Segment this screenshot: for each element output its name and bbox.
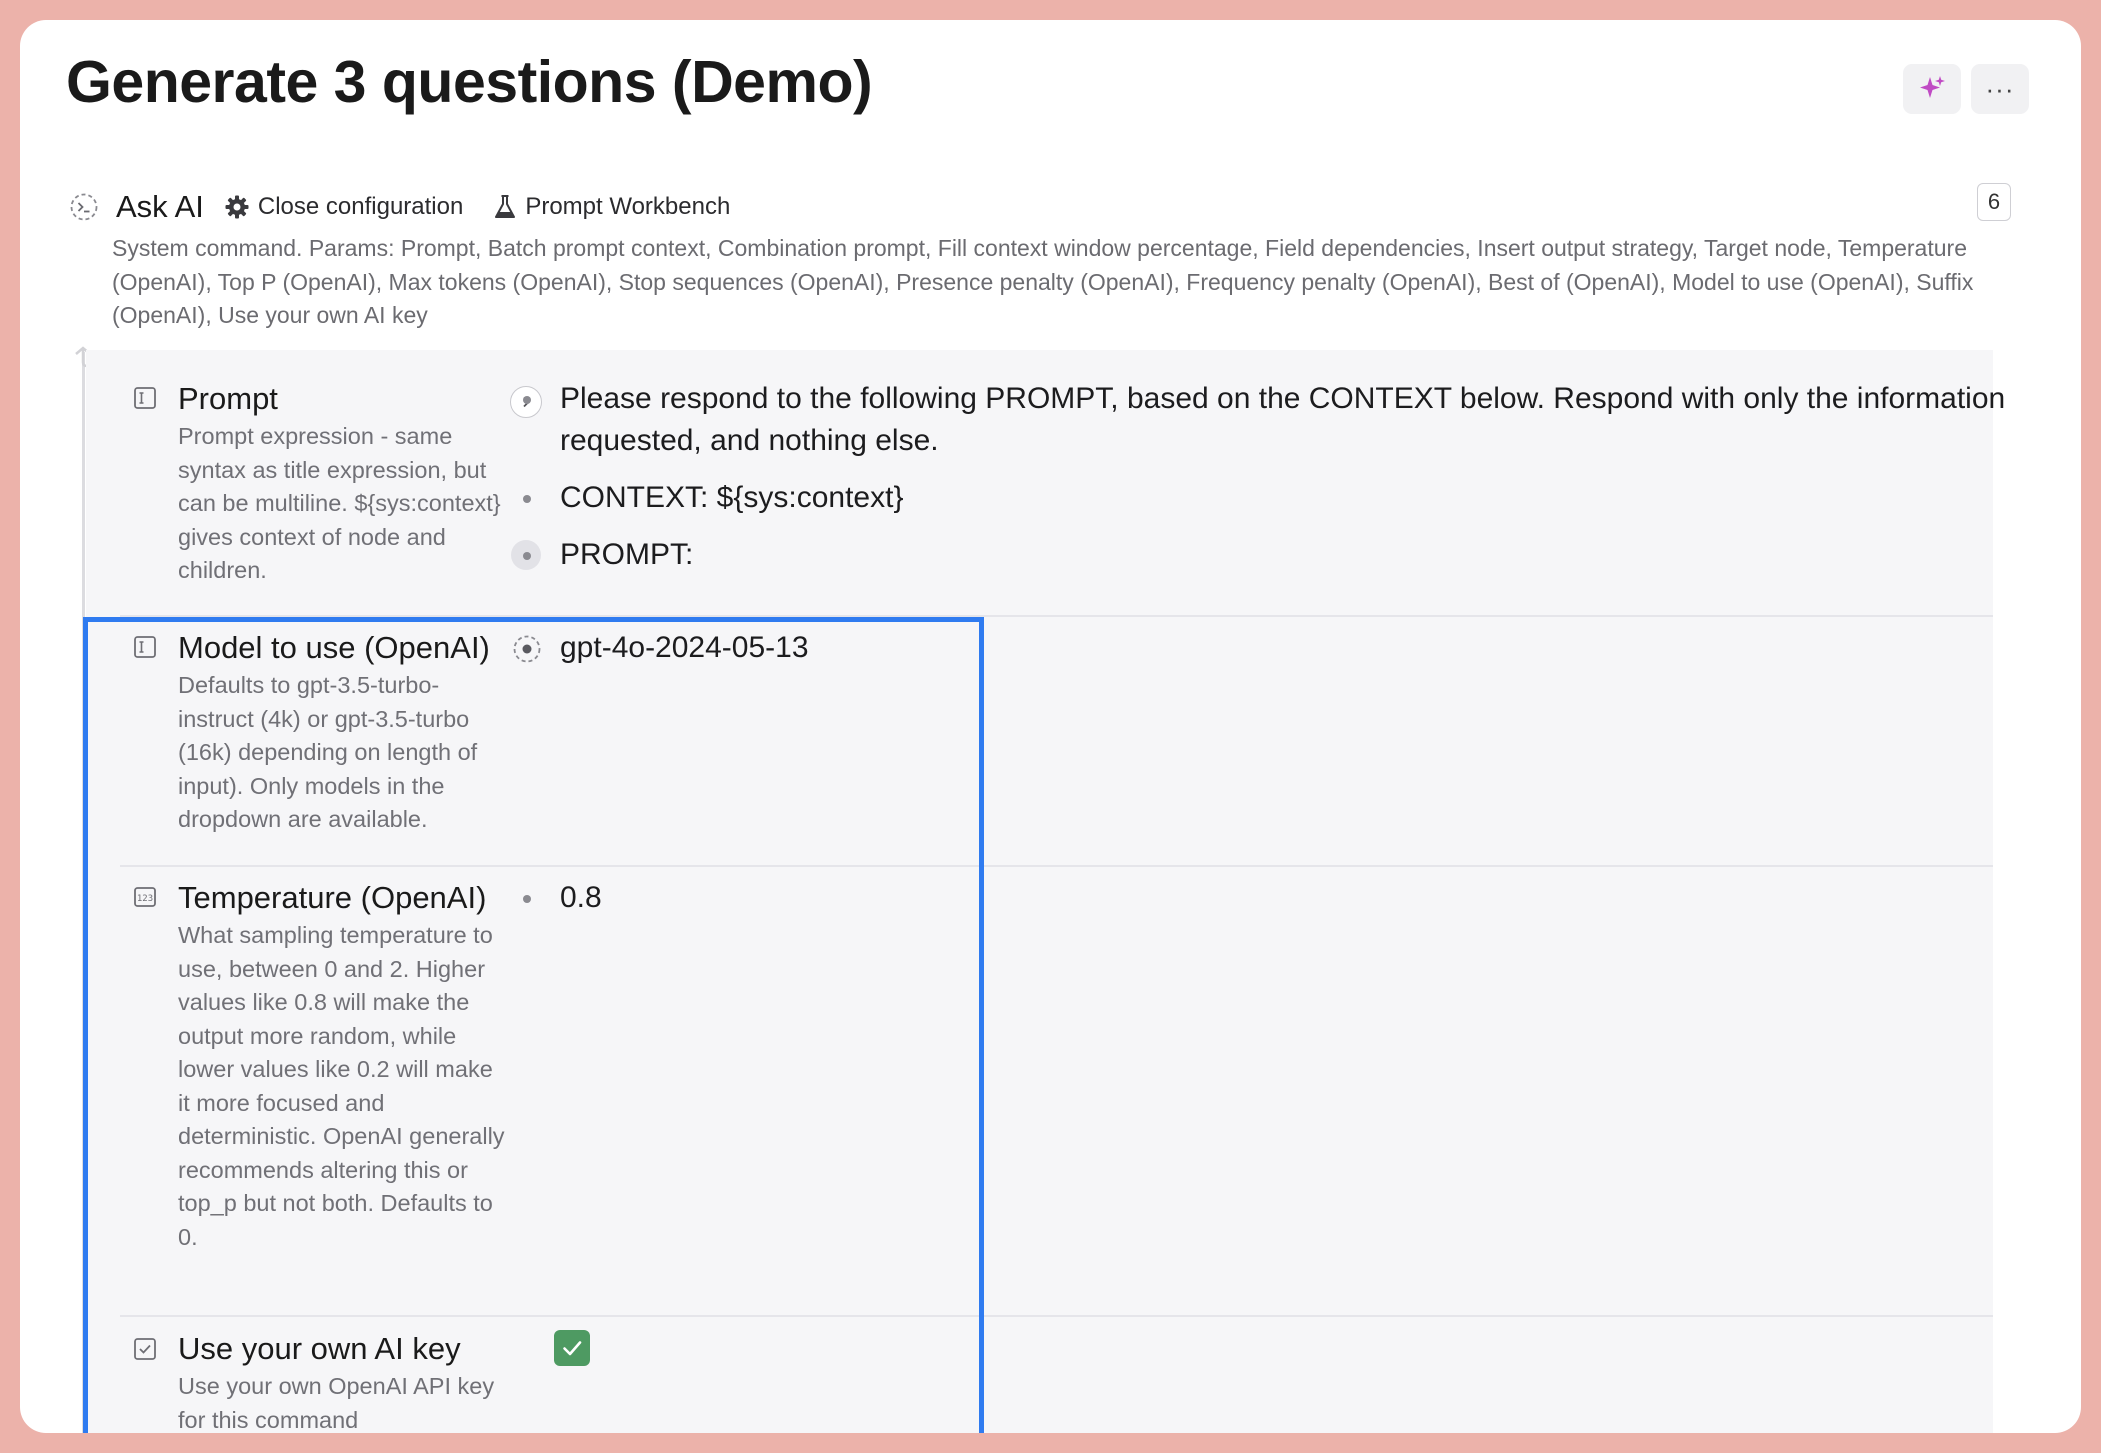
prompt-field-description: Prompt expression - same syntax as title… [178,423,501,583]
model-field-section: Model to use (OpenAI) Defaults to gpt-3.… [86,617,1993,865]
checkbox-field-icon [133,1337,157,1361]
main-card: Generate 3 questions (Demo) ··· Ask AI C… [20,20,2081,1433]
prompt-field-section: Prompt Prompt expression - same syntax a… [86,350,2005,615]
option-bullet-icon [513,635,541,663]
model-value-text: gpt-4o-2024-05-13 [560,631,809,664]
close-configuration-button[interactable]: Close configuration [224,193,463,221]
temperature-value-item[interactable]: 0.8 [520,877,2010,919]
prompt-value-text: PROMPT: [560,538,694,571]
prompt-value-item[interactable]: CONTEXT: ${sys:context} [520,477,2010,519]
close-configuration-label: Close configuration [257,193,464,220]
bullet-icon [520,492,534,506]
command-header: Ask AI Close configuration Prompt Workbe… [68,185,730,229]
prompt-field-label: Prompt [178,381,278,416]
bullet-icon [511,540,541,570]
temperature-value-text: 0.8 [560,881,602,914]
prompt-workbench-label: Prompt Workbench [525,193,731,220]
prompt-value-item[interactable]: PROMPT: [511,534,2010,576]
bullet-icon [520,393,534,407]
tree-connector-line [82,352,85,1433]
prompt-value-text: Please respond to the following PROMPT, … [560,382,2006,457]
flask-icon [495,195,516,218]
temperature-field-description: What sampling temperature to use, betwee… [178,922,505,1250]
text-field-icon [133,635,157,659]
bullet-icon [520,892,534,906]
temperature-field-label: Temperature (OpenAI) [178,880,487,915]
model-field-description: Defaults to gpt-3.5-turbo-instruct (4k) … [178,672,478,832]
prompt-value-text: CONTEXT: ${sys:context} [560,481,904,514]
own-key-checkbox[interactable] [554,1330,590,1366]
ai-assist-button[interactable] [1903,64,1961,114]
temperature-field-section: 123 Temperature (OpenAI) What sampling t… [86,867,1993,1315]
model-value-item[interactable]: gpt-4o-2024-05-13 [513,627,2010,669]
command-prompt-icon[interactable] [68,191,100,223]
param-count-badge[interactable]: 6 [1977,183,2011,221]
gear-icon [225,195,249,219]
more-options-button[interactable]: ··· [1971,64,2029,114]
page-title: Generate 3 questions (Demo) [66,49,873,115]
fields-panel: Prompt Prompt expression - same syntax a… [86,350,2005,1433]
model-field-label: Model to use (OpenAI) [178,630,490,665]
sparkle-icon [1920,76,1945,98]
prompt-workbench-button[interactable]: Prompt Workbench [493,193,730,221]
own-key-field-label: Use your own AI key [178,1331,461,1366]
own-key-field-description: Use your own OpenAI API key for this com… [178,1373,495,1433]
own-key-field-section: Use your own AI key Use your own OpenAI … [86,1317,1993,1433]
command-description: System command. Params: Prompt, Batch pr… [112,235,1974,328]
number-field-icon: 123 [133,885,157,909]
prompt-value-item[interactable]: Please respond to the following PROMPT, … [520,378,2010,462]
svg-text:123: 123 [137,894,153,904]
command-name: Ask AI [116,189,204,224]
text-field-icon [133,386,157,410]
check-icon [563,1341,582,1356]
